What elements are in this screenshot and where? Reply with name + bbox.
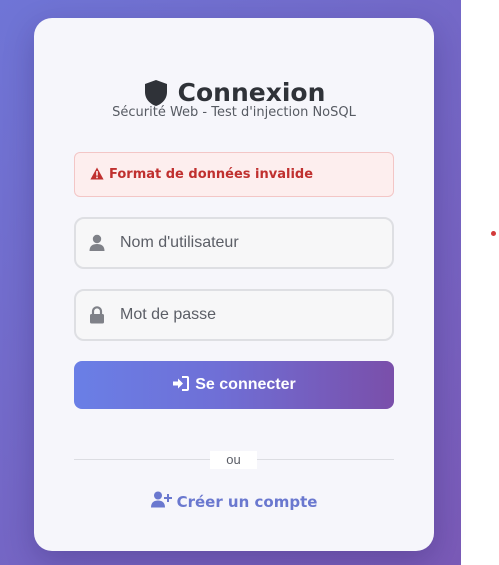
login-button[interactable]: Se connecter (74, 361, 394, 409)
warning-triangle-icon (90, 165, 104, 184)
user-plus-icon (150, 491, 172, 512)
page-title: Connexion (177, 78, 326, 107)
username-input[interactable] (120, 219, 390, 267)
create-account-label: Créer un compte (176, 492, 318, 511)
login-button-label: Se connecter (195, 376, 296, 393)
shield-icon (143, 79, 169, 107)
username-field[interactable] (74, 217, 394, 269)
error-alert: Format de données invalide (74, 152, 394, 197)
error-message: Format de données invalide (109, 167, 314, 182)
user-icon (89, 234, 105, 256)
title-row: Connexion (34, 78, 434, 107)
create-account-link[interactable]: Créer un compte (34, 491, 434, 512)
password-field[interactable] (74, 289, 394, 341)
lock-icon (89, 306, 105, 328)
divider-text: ou (210, 451, 257, 469)
sign-in-icon (172, 376, 190, 394)
login-card: Connexion Sécurité Web - Test d'injectio… (34, 18, 434, 551)
stray-dot (491, 231, 496, 236)
password-input[interactable] (120, 291, 390, 339)
page-subtitle: Sécurité Web - Test d'injection NoSQL (112, 105, 356, 120)
